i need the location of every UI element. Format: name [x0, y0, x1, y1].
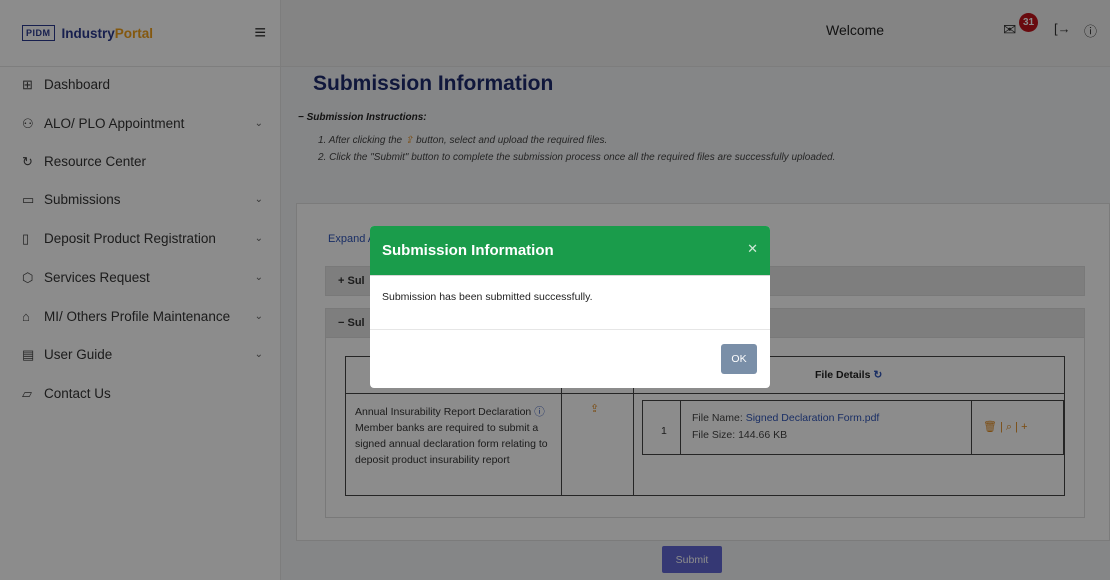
ok-button[interactable]: OK	[721, 344, 757, 374]
modal-title: Submission Information	[382, 242, 554, 259]
close-icon[interactable]: ✕	[747, 241, 758, 257]
submission-success-modal: Submission Information ✕ Submission has …	[370, 226, 770, 388]
modal-header: Submission Information	[370, 226, 770, 276]
modal-message: Submission has been submitted successful…	[370, 276, 770, 330]
